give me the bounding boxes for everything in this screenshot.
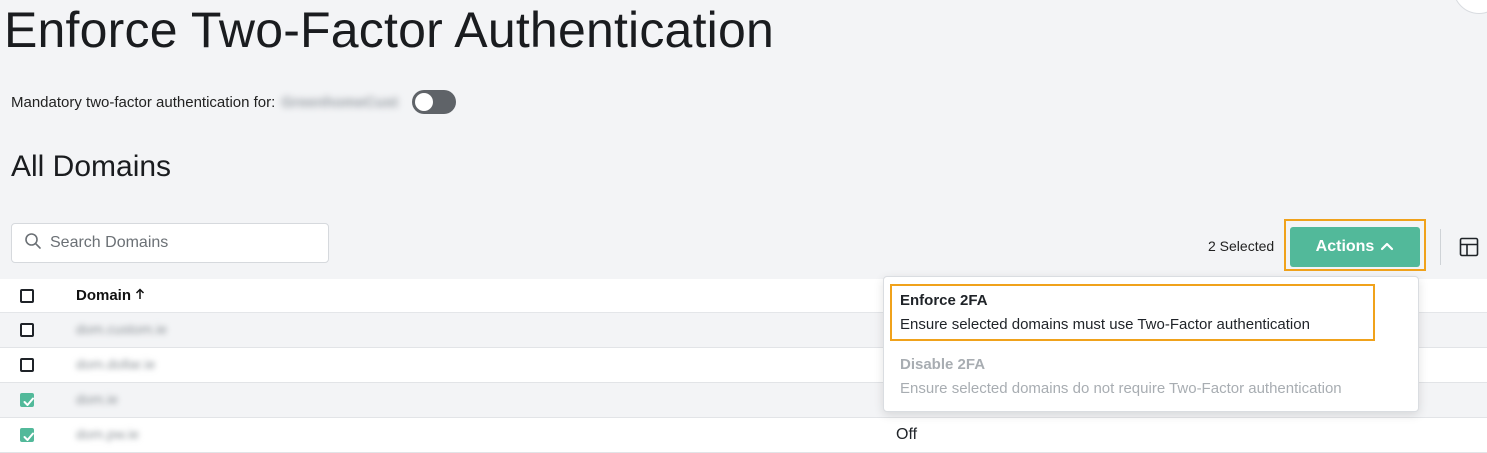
mandatory-2fa-label: Mandatory two-factor authentication for:: [11, 93, 276, 111]
search-box[interactable]: [11, 223, 329, 263]
page-title: Enforce Two-Factor Authentication: [4, 2, 774, 58]
row-checkbox-checked[interactable]: [20, 393, 34, 407]
selected-count: 2 Selected: [1208, 238, 1275, 254]
status-cell: Off: [896, 426, 918, 443]
checkmark-icon: [23, 432, 34, 441]
domain-cell: dom.dollar.ie: [76, 356, 156, 372]
arrow-up-icon: [131, 287, 145, 304]
select-all-checkbox[interactable]: [20, 289, 34, 303]
row-checkbox[interactable]: [20, 358, 34, 372]
domain-column-header[interactable]: Domain: [76, 287, 145, 304]
row-checkbox[interactable]: [20, 323, 34, 337]
toggle-knob: [415, 93, 434, 111]
user-avatar[interactable]: [1453, 0, 1487, 14]
menu-item-enforce-2fa[interactable]: Enforce 2FA Ensure selected domains must…: [900, 291, 1400, 335]
mandatory-2fa-row: Mandatory two-factor authentication for:…: [11, 88, 457, 116]
table-row[interactable]: dom.pw.ie Off: [0, 418, 1487, 453]
domain-cell: dom.custom.ie: [76, 321, 168, 337]
domain-column-label: Domain: [76, 287, 132, 304]
search-icon: [24, 232, 42, 255]
toolbar-divider: [1440, 229, 1441, 265]
checkmark-icon: [23, 397, 34, 406]
menu-item-description: Ensure selected domains must use Two-Fac…: [900, 316, 1310, 333]
domain-cell: dom.pw.ie: [76, 426, 140, 442]
actions-dropdown-menu: Enforce 2FA Ensure selected domains must…: [883, 276, 1419, 412]
columns-icon[interactable]: [1459, 237, 1479, 257]
chevron-up-icon: [1374, 238, 1394, 256]
row-checkbox-checked[interactable]: [20, 428, 34, 442]
menu-item-description: Ensure selected domains do not require T…: [900, 380, 1342, 397]
menu-item-title: Disable 2FA: [900, 356, 986, 373]
domain-cell: dom.ie: [76, 391, 119, 407]
actions-button[interactable]: Actions: [1290, 227, 1420, 267]
actions-button-label: Actions: [1315, 238, 1375, 255]
section-title: All Domains: [11, 150, 172, 183]
organization-name: GreenhomeCust: [281, 93, 399, 111]
menu-item-title: Enforce 2FA: [900, 292, 988, 309]
menu-item-disable-2fa: Disable 2FA Ensure selected domains do n…: [900, 355, 1400, 399]
search-input[interactable]: [48, 233, 312, 253]
mandatory-2fa-toggle[interactable]: [412, 90, 457, 114]
